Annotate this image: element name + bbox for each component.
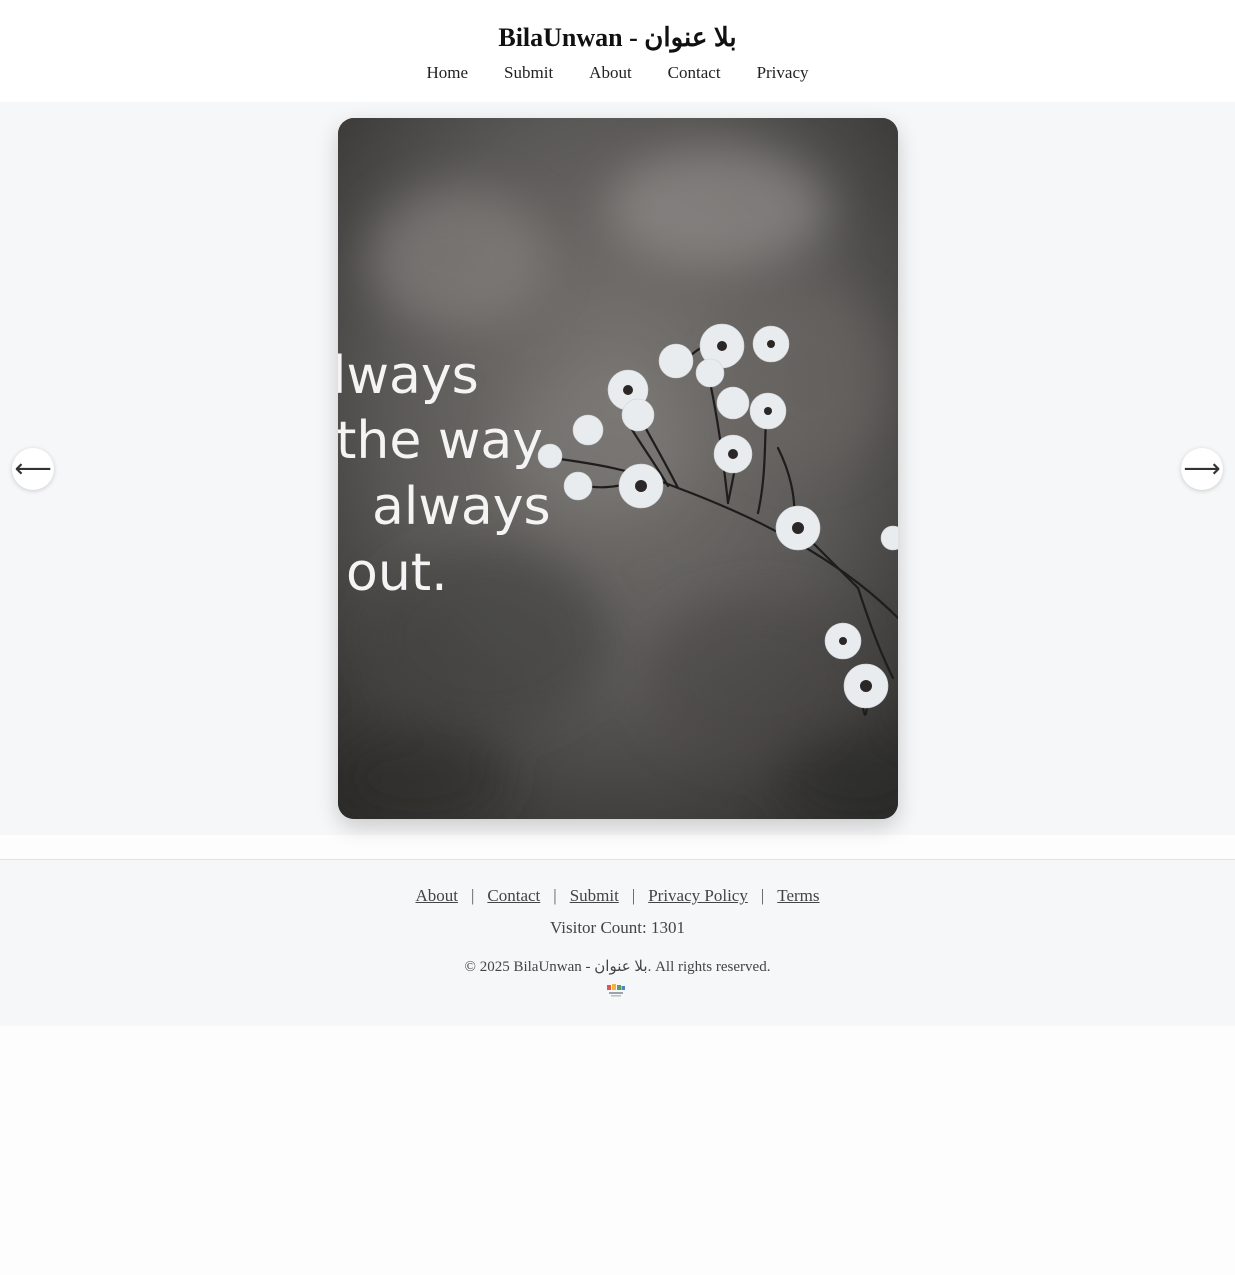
- quote-line-2: the way: [338, 411, 543, 471]
- footer-about-link[interactable]: About: [415, 886, 458, 906]
- photo-image: lways the way always out.: [338, 118, 898, 819]
- nav-contact-link[interactable]: Contact: [668, 62, 721, 84]
- copyright-text: © 2025 BilaUnwan - بلا عنوان. All rights…: [464, 959, 771, 975]
- visitor-count: Visitor Count: 1301: [550, 918, 685, 937]
- footer-separator: |: [760, 886, 765, 905]
- quote-line-1: lways: [338, 346, 479, 406]
- footer-separator: |: [553, 886, 557, 905]
- quote-line-4: out.: [346, 543, 448, 603]
- arrow-right-icon: ⟶: [1183, 454, 1221, 484]
- footer-separator: |: [470, 886, 475, 905]
- site-footer: About | Contact | Submit | Privacy Polic…: [0, 859, 1235, 1026]
- nav-home-link[interactable]: Home: [427, 62, 469, 84]
- site-header: BilaUnwan - بلا عنوان Home Submit About …: [0, 0, 1235, 102]
- site-logo-icon[interactable]: [606, 984, 626, 998]
- site-title[interactable]: BilaUnwan - بلا عنوان: [0, 22, 1235, 54]
- footer-contact-link[interactable]: Contact: [487, 886, 540, 906]
- previous-image-button[interactable]: ⟵: [12, 448, 54, 490]
- next-image-button[interactable]: ⟶: [1181, 448, 1223, 490]
- footer-terms-link[interactable]: Terms: [777, 886, 819, 906]
- quote-line-3: always: [372, 477, 551, 537]
- image-gallery: ⟵ lways the way always out. ⟶: [0, 102, 1235, 835]
- footer-submit-link[interactable]: Submit: [570, 886, 619, 906]
- gallery-photo[interactable]: lways the way always out.: [338, 118, 898, 819]
- nav-privacy-link[interactable]: Privacy: [757, 62, 809, 84]
- nav-submit-link[interactable]: Submit: [504, 62, 553, 84]
- footer-links: About | Contact | Submit | Privacy Polic…: [0, 886, 1235, 906]
- arrow-left-icon: ⟵: [14, 454, 52, 484]
- nav-about-link[interactable]: About: [589, 62, 632, 84]
- footer-privacy-policy-link[interactable]: Privacy Policy: [648, 886, 748, 906]
- main-nav: Home Submit About Contact Privacy: [0, 62, 1235, 84]
- footer-separator: |: [631, 886, 636, 905]
